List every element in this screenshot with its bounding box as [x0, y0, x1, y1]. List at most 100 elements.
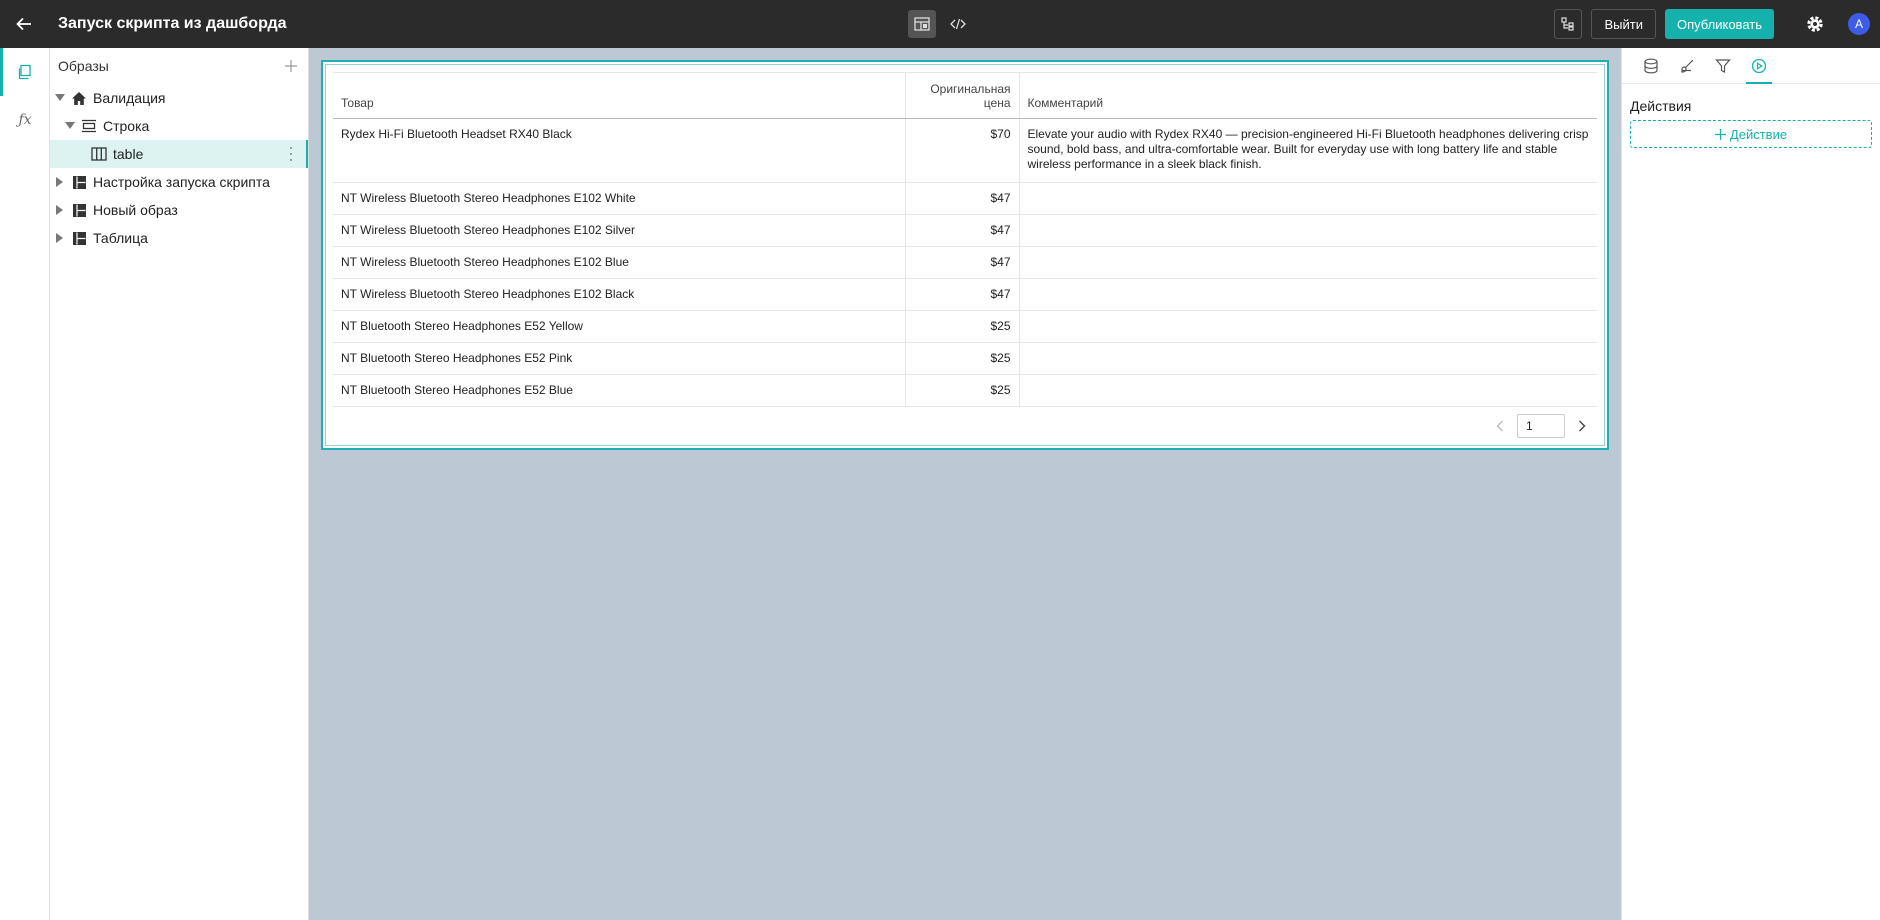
table-row[interactable]: NT Bluetooth Stereo Headphones E52 Yello…	[333, 310, 1597, 343]
caret-down-icon[interactable]	[53, 91, 67, 105]
caret-right-icon[interactable]	[53, 175, 67, 189]
rail-item-functions[interactable]: ƒx	[0, 96, 50, 144]
table-columns-icon	[91, 146, 107, 162]
table-row[interactable]: NT Wireless Bluetooth Stereo Headphones …	[333, 278, 1597, 311]
table-row[interactable]: Rydex Hi-Fi Bluetooth Headset RX40 Black…	[333, 118, 1597, 183]
tree-node-new-image[interactable]: Новый образ	[50, 196, 308, 224]
table-row[interactable]: NT Bluetooth Stereo Headphones E52 Blue …	[333, 374, 1597, 407]
top-bar: Запуск скрипта из дашборда Выйти Опублик…	[0, 0, 1880, 48]
row-icon	[81, 118, 97, 134]
structure-button[interactable]	[1554, 9, 1583, 39]
left-icon-rail: ƒx	[0, 48, 50, 920]
caret-down-icon[interactable]	[63, 119, 77, 133]
tree-title: Образы	[58, 58, 109, 74]
rail-item-images[interactable]	[0, 48, 50, 96]
cell-product: NT Bluetooth Stereo Headphones E52 Pink	[333, 342, 905, 375]
database-icon	[1644, 58, 1658, 74]
dashboard-icon	[71, 202, 87, 218]
table-row[interactable]: NT Wireless Bluetooth Stereo Headphones …	[333, 214, 1597, 247]
code-view-button[interactable]	[944, 10, 972, 38]
cell-product: NT Wireless Bluetooth Stereo Headphones …	[333, 278, 905, 311]
cell-product: Rydex Hi-Fi Bluetooth Headset RX40 Black	[333, 118, 905, 183]
cell-product: NT Wireless Bluetooth Stereo Headphones …	[333, 214, 905, 247]
tree-node-table[interactable]: table	[50, 140, 308, 168]
column-header-comment[interactable]: Комментарий	[1018, 72, 1597, 119]
design-canvas: Товар Оригинальная цена Комментарий Rydex…	[309, 48, 1621, 920]
cell-comment: Elevate your audio with Rydex RX40 — pre…	[1018, 118, 1597, 183]
table-header-row: Товар Оригинальная цена Комментарий	[333, 72, 1597, 119]
tree-node-validation[interactable]: Валидация	[50, 84, 308, 112]
code-icon	[950, 18, 966, 30]
table-row[interactable]: NT Wireless Bluetooth Stereo Headphones …	[333, 182, 1597, 215]
cell-product: NT Wireless Bluetooth Stereo Headphones …	[333, 182, 905, 215]
tree-node-script-settings[interactable]: Настройка запуска скрипта	[50, 168, 308, 196]
view-mode-toggle	[908, 10, 972, 38]
back-button[interactable]	[0, 0, 48, 48]
cell-price: $25	[904, 310, 1019, 343]
properties-panel: Действия Действие	[1621, 48, 1880, 920]
avatar[interactable]: A	[1848, 13, 1870, 35]
design-view-button[interactable]	[908, 10, 936, 38]
cell-comment	[1018, 310, 1597, 343]
gear-icon	[1807, 16, 1823, 32]
cell-price: $47	[904, 246, 1019, 279]
top-right-toolbar: Выйти Опубликовать A	[1554, 9, 1870, 39]
dashboard-icon	[71, 174, 87, 190]
cell-price: $47	[904, 278, 1019, 311]
cell-comment	[1018, 278, 1597, 311]
add-action-label: Действие	[1729, 126, 1788, 142]
tab-filter[interactable]	[1710, 49, 1736, 83]
settings-button[interactable]	[1801, 10, 1829, 38]
cell-price: $47	[904, 214, 1019, 247]
column-header-product[interactable]: Товар	[333, 72, 905, 119]
cell-comment	[1018, 246, 1597, 279]
chevron-right-icon	[1579, 420, 1586, 432]
column-header-price[interactable]: Оригинальная цена	[904, 72, 1019, 119]
function-icon: ƒx	[18, 112, 32, 128]
tab-data-source[interactable]	[1638, 49, 1664, 83]
add-action-button[interactable]: Действие	[1630, 120, 1872, 148]
home-icon	[71, 90, 87, 106]
add-image-button[interactable]	[282, 57, 300, 75]
properties-tabs	[1622, 48, 1880, 84]
data-table: Товар Оригинальная цена Комментарий Rydex…	[333, 72, 1597, 407]
plus-icon	[1714, 128, 1726, 140]
caret-right-icon[interactable]	[53, 231, 67, 245]
next-page-button[interactable]	[1575, 419, 1589, 433]
prev-page-button[interactable]	[1493, 419, 1507, 433]
caret-right-icon[interactable]	[53, 203, 67, 217]
dashboard-icon	[71, 230, 87, 246]
hierarchy-icon	[1561, 17, 1575, 31]
play-circle-icon	[1751, 58, 1767, 74]
tab-actions[interactable]	[1746, 49, 1772, 84]
cell-comment	[1018, 214, 1597, 247]
tree-node-row[interactable]: Строка	[50, 112, 308, 140]
table-row[interactable]: NT Bluetooth Stereo Headphones E52 Pink …	[333, 342, 1597, 375]
tree-header: Образы	[50, 48, 308, 84]
tree-node-label: Строка	[103, 118, 150, 134]
cell-price: $25	[904, 374, 1019, 407]
plus-icon	[285, 60, 297, 72]
table-row[interactable]: NT Wireless Bluetooth Stereo Headphones …	[333, 246, 1597, 279]
tree-node-table-image[interactable]: Таблица	[50, 224, 308, 252]
cell-product: NT Wireless Bluetooth Stereo Headphones …	[333, 246, 905, 279]
arrow-left-icon	[16, 17, 31, 31]
cell-comment	[1018, 342, 1597, 375]
tree-node-label: Настройка запуска скрипта	[93, 174, 270, 190]
pagination	[1493, 414, 1589, 438]
cell-product: NT Bluetooth Stereo Headphones E52 Blue	[333, 374, 905, 407]
table-widget[interactable]: Товар Оригинальная цена Комментарий Rydex…	[321, 60, 1609, 450]
publish-button[interactable]: Опубликовать	[1664, 9, 1774, 39]
cell-comment	[1018, 182, 1597, 215]
tree-node-label: Валидация	[93, 90, 166, 106]
tree-node-label: Таблица	[93, 230, 148, 246]
cell-product: NT Bluetooth Stereo Headphones E52 Yello…	[333, 310, 905, 343]
tab-style[interactable]	[1674, 49, 1700, 83]
page-number-input[interactable]	[1517, 414, 1565, 438]
price-header-line1: Оригинальная	[930, 82, 1011, 96]
page-title: Запуск скрипта из дашборда	[58, 15, 287, 32]
exit-button[interactable]: Выйти	[1591, 9, 1656, 39]
price-header-line2: цена	[983, 96, 1011, 110]
more-vertical-icon[interactable]	[290, 147, 294, 161]
chevron-left-icon	[1496, 420, 1503, 432]
